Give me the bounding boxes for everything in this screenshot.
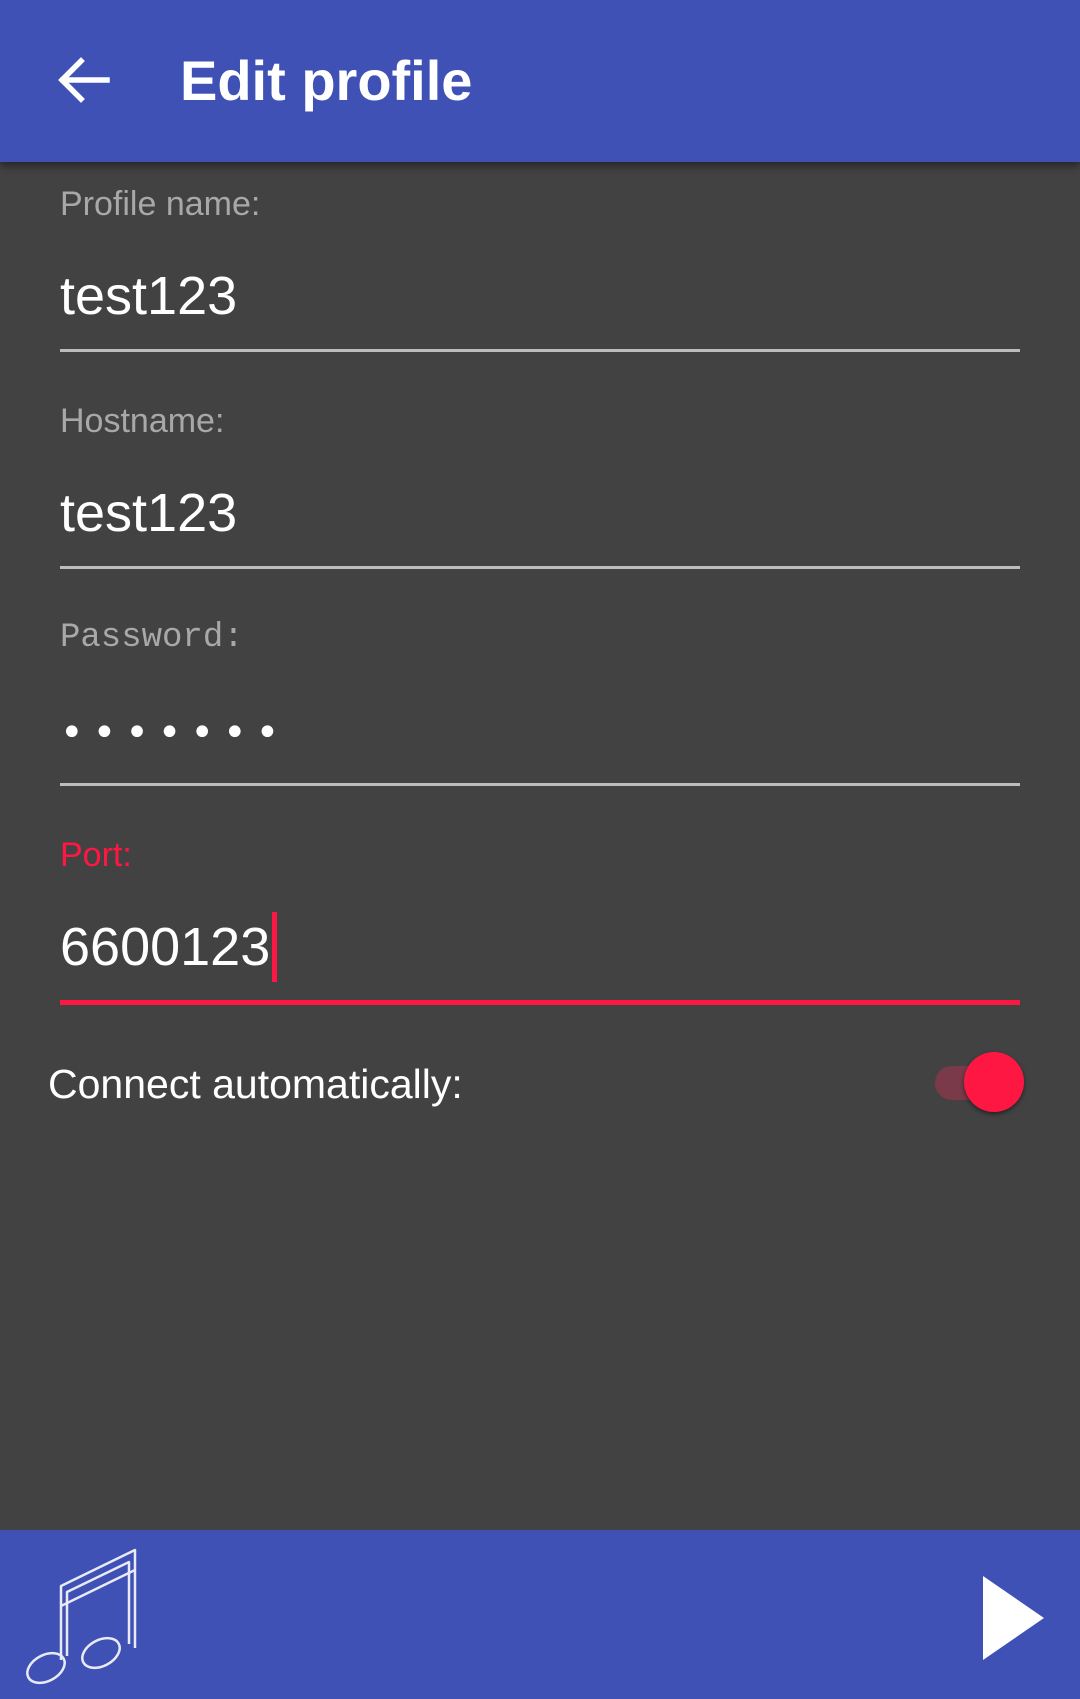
password-input[interactable]: ••••••• <box>60 690 1020 770</box>
password-label: Password: <box>60 619 244 657</box>
play-button[interactable] <box>972 1568 1052 1668</box>
text-caret <box>272 911 278 982</box>
port-underline <box>60 1000 1020 1005</box>
port-label: Port: <box>60 836 132 874</box>
music-button[interactable] <box>24 1548 154 1688</box>
switch-thumb <box>964 1052 1024 1112</box>
hostname-label: Hostname: <box>60 402 225 440</box>
back-button[interactable] <box>44 40 124 120</box>
bottom-bar <box>0 1530 1080 1699</box>
hostname-input[interactable]: test123 <box>60 473 1020 553</box>
profile-name-input[interactable]: test123 <box>60 256 1020 336</box>
hostname-underline <box>60 566 1020 569</box>
play-icon <box>983 1576 1044 1660</box>
connect-automatically-row: Connect automatically: <box>48 1042 1024 1122</box>
port-input[interactable]: 6600123 <box>60 907 1020 987</box>
app-bar: Edit profile <box>0 0 1080 162</box>
connect-automatically-switch[interactable] <box>927 1052 1024 1112</box>
arrow-back-icon <box>58 57 110 103</box>
password-underline <box>60 783 1020 786</box>
port-value: 6600123 <box>60 917 271 977</box>
page-title: Edit profile <box>180 49 473 112</box>
profile-name-underline <box>60 349 1020 352</box>
edit-profile-form: Profile name: test123 Hostname: test123 … <box>0 162 1080 1530</box>
connect-automatically-label: Connect automatically: <box>48 1061 463 1107</box>
profile-name-label: Profile name: <box>60 185 261 223</box>
music-note-icon <box>26 1548 137 1685</box>
